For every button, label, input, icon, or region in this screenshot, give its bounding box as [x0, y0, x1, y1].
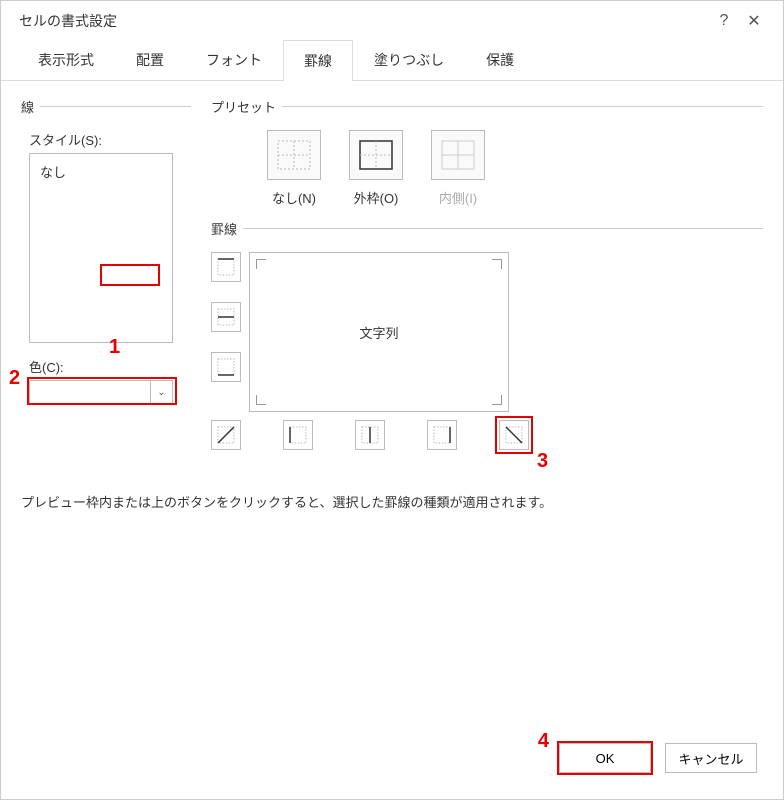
border-center-icon: [360, 425, 380, 445]
style-listbox[interactable]: なし: [29, 153, 173, 343]
preview-text: 文字列: [359, 323, 398, 342]
preset-outline-button[interactable]: [349, 130, 403, 180]
style-none-item[interactable]: なし: [40, 165, 66, 180]
tab-alignment[interactable]: 配置: [115, 39, 185, 80]
border-preview[interactable]: 文字列: [249, 252, 509, 412]
border-right-icon: [432, 425, 452, 445]
titlebar: セルの書式設定 ? ✕: [1, 1, 783, 39]
preset-inside-button[interactable]: [431, 130, 485, 180]
chevron-down-icon: ⌄: [150, 381, 172, 403]
annotation-num-2: 2: [9, 367, 20, 390]
style-label: スタイル(S):: [29, 130, 191, 149]
dialog-title: セルの書式設定: [19, 11, 709, 31]
tab-border[interactable]: 罫線: [283, 40, 353, 81]
border-bottom-icon: [216, 357, 236, 377]
preset-legend: プリセット: [211, 97, 282, 116]
border-middle-button[interactable]: [211, 302, 241, 332]
tab-protection[interactable]: 保護: [465, 39, 535, 80]
color-label: 色(C):: [29, 357, 191, 376]
preset-none-label: なし(N): [272, 188, 316, 207]
border-center-button[interactable]: [355, 420, 385, 450]
annotation-num-3: 3: [537, 450, 548, 473]
border-top-button[interactable]: [211, 252, 241, 282]
tab-font[interactable]: フォント: [185, 39, 283, 80]
lines-group: 線 スタイル(S): なし 1 色(C): ⌄: [21, 97, 191, 404]
cancel-button[interactable]: キャンセル: [665, 743, 757, 773]
border-middle-icon: [216, 307, 236, 327]
content-area: 線 スタイル(S): なし 1 色(C): ⌄: [1, 81, 783, 727]
preset-none-icon: [277, 140, 311, 170]
border-diag-up-icon: [216, 425, 236, 445]
border-left-icon: [288, 425, 308, 445]
color-swatch: [30, 381, 150, 403]
tab-display[interactable]: 表示形式: [17, 39, 115, 80]
lines-legend: 線: [21, 97, 40, 116]
border-diag-down-button[interactable]: [499, 420, 529, 450]
preset-group: プリセット なし(N) 外枠(O): [211, 97, 763, 207]
preset-inside-label: 内側(I): [439, 188, 477, 207]
close-icon[interactable]: ✕: [739, 11, 769, 31]
color-dropdown[interactable]: ⌄: [29, 380, 173, 404]
border-diag-up-button[interactable]: [211, 420, 241, 450]
ok-button[interactable]: OK: [559, 743, 651, 773]
dialog-footer: OK キャンセル 4: [1, 727, 783, 799]
hint-text: プレビュー枠内または上のボタンをクリックすると、選択した罫線の種類が適用されます…: [21, 492, 763, 511]
border-group: 罫線 文字列: [211, 219, 763, 450]
border-right-button[interactable]: [427, 420, 457, 450]
border-bottom-button[interactable]: [211, 352, 241, 382]
border-top-icon: [216, 257, 236, 277]
annotation-num-4: 4: [538, 730, 549, 753]
annotation-box-1: [100, 264, 160, 286]
border-left-button[interactable]: [283, 420, 313, 450]
preset-none-button[interactable]: [267, 130, 321, 180]
tab-fill[interactable]: 塗りつぶし: [353, 39, 465, 80]
preset-outline-icon: [359, 140, 393, 170]
tab-strip: 表示形式 配置 フォント 罫線 塗りつぶし 保護: [1, 39, 783, 81]
preset-inside-icon: [441, 140, 475, 170]
border-diag-down-icon: [504, 425, 524, 445]
help-icon[interactable]: ?: [709, 12, 739, 30]
format-cells-dialog: セルの書式設定 ? ✕ 表示形式 配置 フォント 罫線 塗りつぶし 保護 線 ス…: [0, 0, 784, 800]
preset-outline-label: 外枠(O): [354, 188, 399, 207]
border-legend: 罫線: [211, 219, 243, 238]
